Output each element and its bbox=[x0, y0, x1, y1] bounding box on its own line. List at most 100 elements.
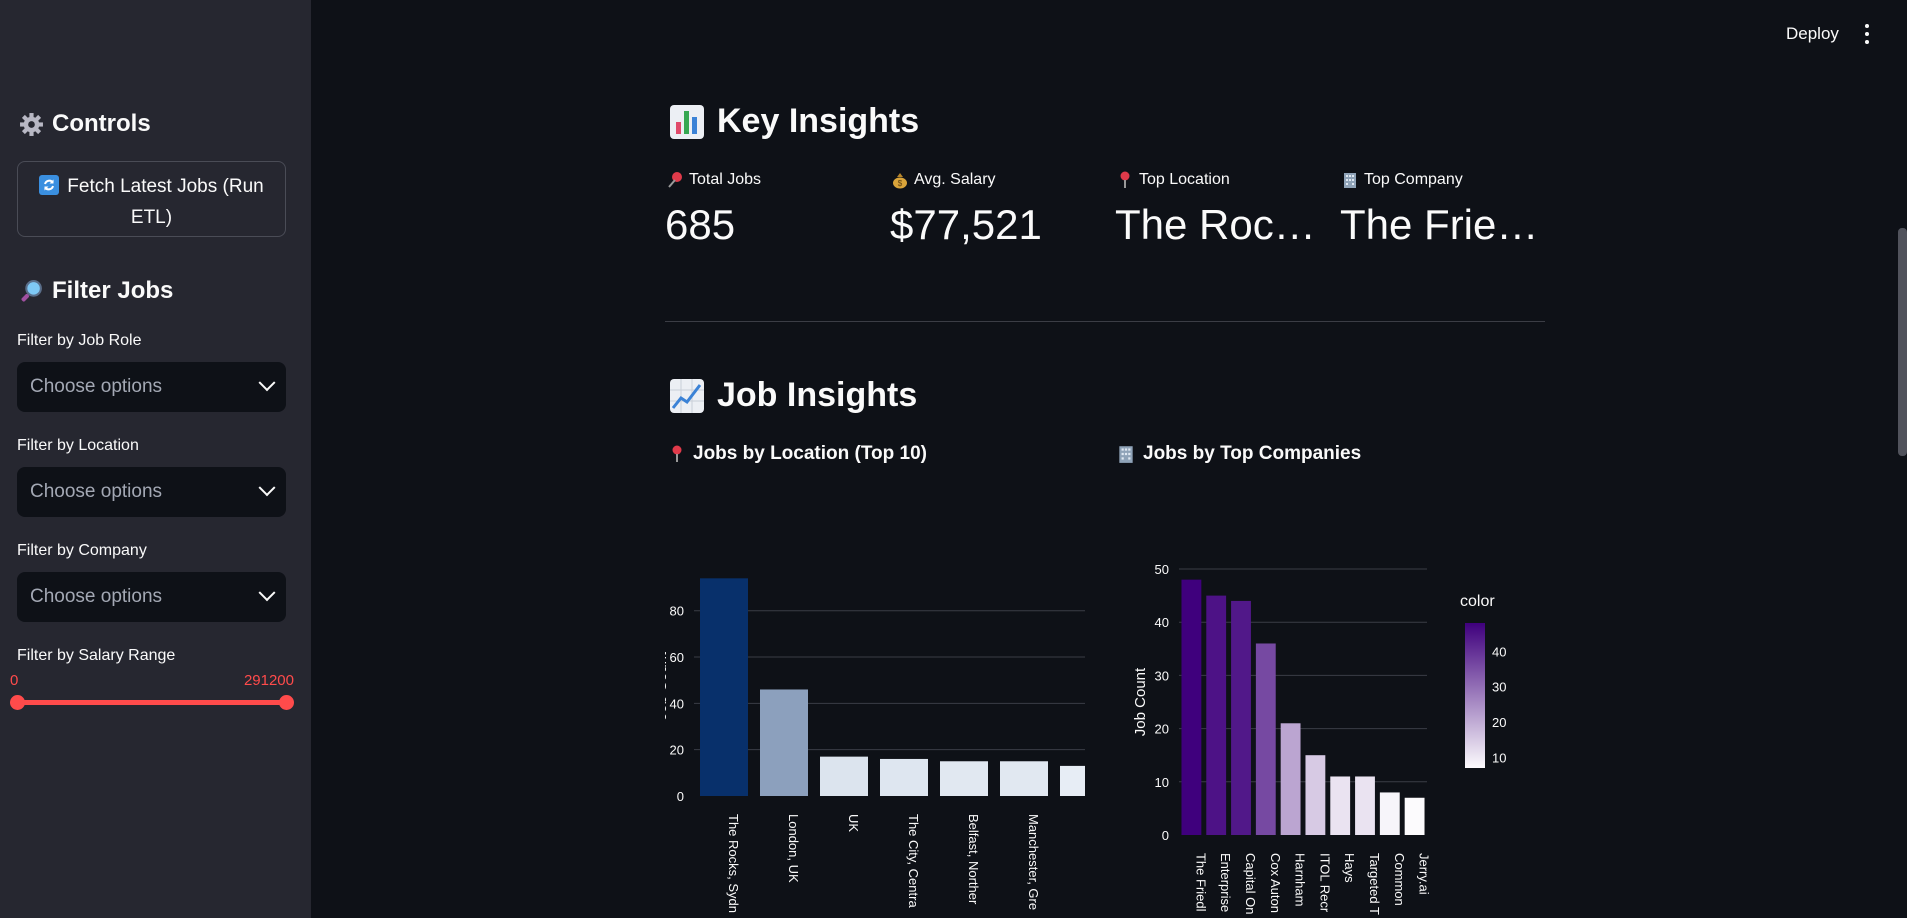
colorbar bbox=[1465, 623, 1485, 768]
metric-avg-salary-label: $ Avg. Salary bbox=[892, 171, 996, 189]
office-building-icon bbox=[1344, 173, 1356, 188]
legend-title: color bbox=[1460, 593, 1495, 610]
company-select[interactable]: Choose options bbox=[17, 572, 286, 622]
location-filter-label: Filter by Location bbox=[17, 437, 139, 454]
job-insights-title: Job Insights bbox=[717, 376, 918, 414]
y-tick-label: 40 bbox=[1155, 615, 1169, 630]
pushpin-icon bbox=[668, 172, 682, 188]
bar bbox=[1000, 761, 1048, 796]
bar bbox=[1355, 776, 1375, 835]
bar bbox=[760, 689, 808, 796]
divider bbox=[665, 321, 1545, 322]
x-tick-label: Manchester, Gre bbox=[1026, 814, 1041, 910]
x-tick-label: The City, Centra bbox=[906, 814, 921, 908]
salary-slider-track[interactable] bbox=[17, 700, 286, 705]
metric-top-location-label: Top Location bbox=[1117, 171, 1230, 189]
y-tick-label: 30 bbox=[1155, 668, 1169, 683]
key-insights-title: Key Insights bbox=[717, 102, 920, 140]
controls-heading: Controls bbox=[19, 110, 151, 138]
colorbar-tick-label: 10 bbox=[1492, 750, 1506, 765]
x-tick-label: The Rocks, Sydn bbox=[726, 814, 741, 913]
refresh-icon bbox=[39, 175, 60, 195]
filter-heading: Filter Jobs bbox=[19, 277, 173, 305]
bar bbox=[940, 761, 988, 796]
bar bbox=[1231, 600, 1251, 835]
fetch-jobs-button[interactable]: Fetch Latest Jobs (Run ETL) bbox=[17, 161, 286, 237]
metric-total-jobs-label: Total Jobs bbox=[667, 171, 761, 189]
salary-slider-min-handle[interactable] bbox=[10, 695, 25, 710]
x-tick-label: Targeted T bbox=[1367, 853, 1382, 915]
y-tick-label: 40 bbox=[670, 696, 684, 711]
y-tick-label: 20 bbox=[1155, 722, 1169, 737]
colorbar-tick-label: 40 bbox=[1492, 644, 1506, 659]
x-tick-label: ITOL Recr bbox=[1317, 853, 1332, 913]
money-bag-icon: $ bbox=[893, 173, 907, 189]
salary-max-value: 291200 bbox=[243, 672, 294, 689]
metric-top-company-value: The Frie… bbox=[1340, 201, 1539, 248]
x-tick-label: Harnham bbox=[1293, 853, 1308, 906]
key-insights-heading: Key Insights bbox=[669, 102, 919, 141]
sidebar: Controls Fetch Latest Jobs (Run ETL) Fil… bbox=[0, 0, 311, 918]
office-building-icon bbox=[1119, 446, 1133, 463]
metric-top-company-label: Top Company bbox=[1342, 171, 1463, 189]
metric-label-text: Top Company bbox=[1364, 171, 1463, 188]
x-tick-label: London, UK bbox=[786, 814, 801, 883]
chevron-down-icon bbox=[258, 374, 276, 392]
x-tick-label: UK bbox=[846, 814, 861, 832]
job-role-filter-label: Filter by Job Role bbox=[17, 332, 142, 349]
controls-title: Controls bbox=[52, 110, 151, 137]
metric-label-text: Avg. Salary bbox=[914, 171, 996, 188]
salary-slider-max-handle[interactable] bbox=[279, 695, 294, 710]
bar bbox=[880, 758, 928, 796]
metric-top-location-value: The Roc… bbox=[1115, 201, 1316, 248]
y-tick-label: 20 bbox=[670, 743, 684, 758]
x-tick-label: Enterprise bbox=[1218, 853, 1233, 912]
location-select-placeholder: Choose options bbox=[30, 481, 163, 502]
chevron-down-icon bbox=[258, 479, 276, 497]
deploy-button[interactable]: Deploy bbox=[1786, 24, 1839, 44]
x-tick-label: Jerry.ai bbox=[1417, 853, 1432, 895]
round-pin-icon bbox=[672, 445, 682, 462]
job-insights-heading: Job Insights bbox=[669, 376, 917, 415]
location-bar-chart: 0 20 40 60 80 Job Count The Rocks, Sydn London,… bbox=[665, 578, 1085, 913]
location-select[interactable]: Choose options bbox=[17, 467, 286, 517]
colorbar-tick-label: 30 bbox=[1492, 680, 1506, 695]
x-tick-label: Hays bbox=[1342, 853, 1357, 883]
bar bbox=[1255, 643, 1276, 835]
svg-text:$: $ bbox=[898, 179, 903, 188]
filter-title: Filter Jobs bbox=[52, 277, 174, 304]
metric-label-text: Top Location bbox=[1139, 171, 1230, 188]
y-tick-label: 0 bbox=[1162, 828, 1169, 843]
bar bbox=[1305, 755, 1326, 835]
round-pin-icon bbox=[1120, 171, 1130, 188]
bar bbox=[1060, 765, 1085, 796]
location-chart-title: Jobs by Location (Top 10) bbox=[693, 443, 927, 464]
job-role-select[interactable]: Choose options bbox=[17, 362, 286, 412]
bar bbox=[820, 756, 868, 796]
company-bar-chart: 0 10 20 30 40 50 Job Count The Friedl Enterprise… bbox=[1132, 562, 1506, 915]
company-chart-heading: Jobs by Top Companies bbox=[1117, 443, 1361, 465]
y-tick-label: 0 bbox=[677, 789, 684, 804]
colorbar-tick-label: 20 bbox=[1492, 715, 1506, 730]
x-tick-label: Common bbox=[1392, 853, 1407, 906]
y-tick-label: 50 bbox=[1155, 562, 1169, 577]
x-tick-label: Belfast, Norther bbox=[966, 814, 981, 905]
bar-chart-icon bbox=[670, 104, 704, 139]
job-role-select-placeholder: Choose options bbox=[30, 376, 163, 397]
company-select-placeholder: Choose options bbox=[30, 586, 163, 607]
scrollbar-thumb[interactable] bbox=[1898, 228, 1907, 456]
magnifier-icon bbox=[21, 279, 42, 302]
x-tick-label: Cox Auton bbox=[1268, 853, 1283, 913]
metric-label-text: Total Jobs bbox=[689, 171, 762, 188]
metric-avg-salary-value: $77,521 bbox=[890, 201, 1042, 248]
bar bbox=[1280, 723, 1301, 835]
y-axis-label: Job Count bbox=[1132, 667, 1149, 736]
company-filter-label: Filter by Company bbox=[17, 542, 147, 559]
company-chart-title: Jobs by Top Companies bbox=[1143, 443, 1362, 464]
bar bbox=[1379, 792, 1400, 835]
y-axis-label: Job Count bbox=[665, 651, 670, 720]
location-chart-heading: Jobs by Location (Top 10) bbox=[669, 443, 927, 465]
more-menu-icon[interactable] bbox=[1864, 24, 1870, 44]
y-tick-label: 60 bbox=[670, 650, 684, 665]
y-tick-label: 80 bbox=[670, 604, 684, 619]
